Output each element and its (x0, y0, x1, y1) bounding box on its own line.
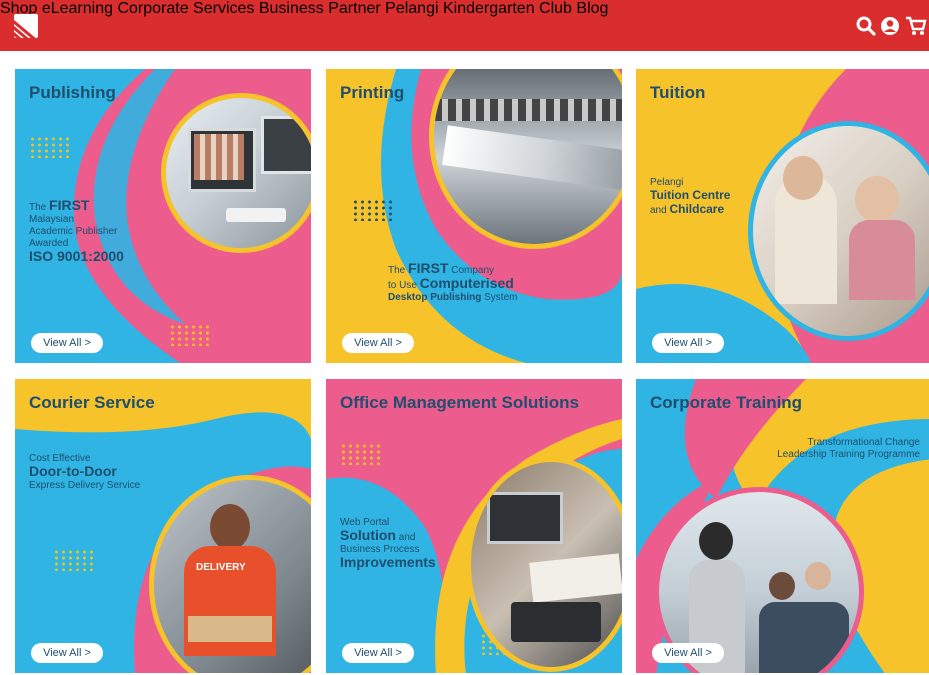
decor-dots (169, 324, 213, 346)
office-desk-photo (161, 93, 311, 253)
view-all-button[interactable]: View All > (652, 333, 724, 353)
card-caption: Transformational Change Leadership Train… (777, 437, 920, 460)
card-tuition[interactable]: Tuition Pelangi Tuition Centre and Child… (636, 69, 929, 363)
laptop-desk-photo (466, 457, 622, 672)
card-caption: Cost Effective Door-to-Door Express Deli… (29, 453, 141, 491)
decor-dots (352, 199, 396, 221)
top-nav-bar: Shop eLearning Corporate Services Busine… (0, 0, 929, 51)
card-title: Courier Service (29, 393, 155, 412)
card-caption: Pelangi Tuition Centre and Childcare (650, 177, 731, 216)
card-title: Corporate Training (650, 393, 803, 412)
card-office-management-solutions[interactable]: Office Management Solutions Web Portal S… (326, 379, 622, 673)
nav-business-partner[interactable]: Business Partner (259, 0, 381, 17)
view-all-button[interactable]: View All > (31, 333, 103, 353)
view-all-button[interactable]: View All > (652, 643, 724, 663)
card-caption: The FIRST Malaysian Academic Publisher A… (29, 197, 124, 264)
card-corporate-training[interactable]: Corporate Training Transformational Chan… (636, 379, 929, 673)
cart-icon[interactable] (905, 15, 927, 37)
nav-pelangi-kindergarten-club[interactable]: Pelangi Kindergarten Club (385, 0, 572, 17)
card-title: Tuition (650, 83, 706, 102)
decor-dots (53, 549, 97, 571)
decor-dots (29, 136, 73, 158)
card-caption: The FIRST Company to Use Computerised De… (388, 260, 518, 303)
card-publishing[interactable]: Publishing The FIRST Malaysian Academic … (15, 69, 311, 363)
card-courier-service[interactable]: Courier Service DELIVERY Cost Effective … (15, 379, 311, 673)
card-title: Printing (340, 83, 405, 102)
search-icon[interactable] (855, 15, 877, 37)
card-title: Office Management Solutions (340, 393, 579, 412)
card-printing[interactable]: Printing The FIRST Company to Use Comput… (326, 69, 622, 363)
view-all-button[interactable]: View All > (31, 643, 103, 663)
nav-blog[interactable]: Blog (576, 0, 608, 17)
view-all-button[interactable]: View All > (342, 333, 414, 353)
nav-elearning[interactable]: eLearning (42, 0, 113, 17)
nav-corporate-services[interactable]: Corporate Services (117, 0, 254, 17)
card-title: Publishing (29, 83, 116, 102)
view-all-button[interactable]: View All > (342, 643, 414, 663)
card-caption: Web Portal Solution and Business Process… (340, 517, 436, 570)
account-icon[interactable] (879, 15, 901, 37)
decor-dots (340, 443, 384, 465)
shirt-text: DELIVERY (196, 562, 246, 573)
pelangi-logo[interactable] (14, 14, 38, 38)
